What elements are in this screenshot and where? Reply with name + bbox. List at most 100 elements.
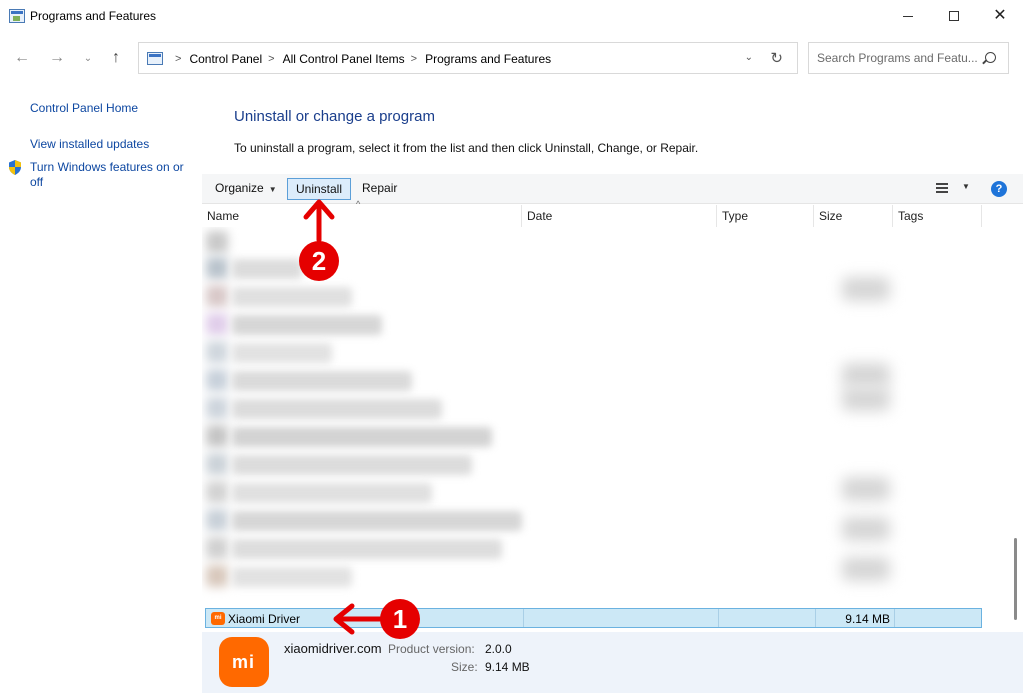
- blurred-program-row: [232, 371, 412, 391]
- blurred-program-icon: [206, 341, 228, 363]
- maximize-button[interactable]: [931, 0, 977, 32]
- shield-icon: [9, 160, 21, 175]
- organize-button[interactable]: Organize ▼: [209, 178, 283, 200]
- column-header-size[interactable]: Size: [814, 205, 893, 227]
- breadcrumb-programs-and-features[interactable]: Programs and Features: [425, 52, 551, 66]
- xiaomi-logo: mi: [219, 637, 269, 687]
- blurred-program-icon: [206, 257, 228, 279]
- blurred-program-icon: [206, 231, 228, 253]
- breadcrumb: > Control Panel > All Control Panel Item…: [169, 52, 551, 66]
- repair-button[interactable]: Repair: [356, 178, 403, 200]
- arrow-up-icon: ↑: [112, 49, 120, 66]
- blurred-program-icon: [206, 369, 228, 391]
- help-icon[interactable]: ?: [991, 181, 1007, 197]
- control-panel-icon: [147, 52, 163, 65]
- minimize-icon: [903, 15, 913, 17]
- title-bar: Programs and Features ✕: [0, 0, 1023, 32]
- up-button[interactable]: ↑: [104, 46, 128, 70]
- main-content: Uninstall or change a program To uninsta…: [202, 84, 1023, 693]
- task-pane: Control Panel Home View installed update…: [0, 84, 200, 693]
- blurred-program-row: [232, 343, 332, 363]
- blurred-program-icon: [206, 565, 228, 587]
- view-installed-updates-link[interactable]: View installed updates: [30, 137, 149, 152]
- blurred-program-row: [232, 483, 432, 503]
- scrollbar[interactable]: [1009, 205, 1023, 627]
- address-dropdown-icon[interactable]: ⌄: [745, 52, 753, 63]
- blurred-size-cell: [842, 557, 890, 581]
- blurred-program-icon: [206, 285, 228, 307]
- table-row-selected[interactable]: mi Xiaomi Driver 9.14 MB: [205, 608, 982, 628]
- column-header-name[interactable]: Name: [202, 205, 522, 227]
- recent-locations-button[interactable]: ⌄: [76, 46, 100, 70]
- arrow-right-icon: →: [49, 49, 65, 66]
- command-bar: Organize ▼ Uninstall Repair ▼ ?: [202, 174, 1023, 204]
- control-panel-home-link[interactable]: Control Panel Home: [30, 101, 138, 116]
- uninstall-button[interactable]: Uninstall: [287, 178, 351, 200]
- forward-button[interactable]: →: [45, 46, 69, 70]
- blurred-size-cell: [842, 387, 890, 411]
- details-pane: mi xiaomidriver.com Product version: 2.0…: [202, 632, 1023, 693]
- refresh-icon[interactable]: ↻: [770, 49, 783, 67]
- column-header-date[interactable]: Date: [522, 205, 717, 227]
- product-version-label: Product version:: [388, 642, 475, 656]
- breadcrumb-separator: >: [175, 53, 182, 65]
- blurred-program-row: [232, 539, 502, 559]
- blurred-program-icon: [206, 425, 228, 447]
- blurred-program-icon: [206, 313, 228, 335]
- page-title: Uninstall or change a program: [234, 108, 435, 125]
- column-header-tags[interactable]: Tags: [893, 205, 982, 227]
- breadcrumb-separator: >: [268, 53, 275, 65]
- search-icon[interactable]: [985, 52, 996, 63]
- step-1-badge: 1: [380, 599, 420, 639]
- breadcrumb-all-items[interactable]: All Control Panel Items: [283, 52, 405, 66]
- window-title: Programs and Features: [30, 9, 157, 23]
- step-2-badge: 2: [299, 241, 339, 281]
- navigation-bar: ← → ⌄ ↑ > Control Panel > All Control Pa…: [0, 32, 1023, 84]
- blurred-program-row: [232, 287, 352, 307]
- program-size: 9.14 MB: [845, 612, 890, 626]
- logo-text: mi: [232, 652, 256, 672]
- address-bar[interactable]: > Control Panel > All Control Panel Item…: [138, 42, 798, 74]
- blurred-program-icon: [206, 537, 228, 559]
- control-panel-icon: [9, 9, 25, 23]
- page-instructions: To uninstall a program, select it from t…: [234, 141, 699, 155]
- blurred-program-row: [232, 399, 442, 419]
- column-divider: [523, 609, 524, 627]
- column-divider: [815, 609, 816, 627]
- caret-down-icon: ▼: [268, 185, 277, 194]
- blurred-size-cell: [842, 363, 890, 387]
- column-header-type[interactable]: Type: [717, 205, 814, 227]
- blurred-program-row: [232, 567, 352, 587]
- xiaomi-logo-icon: mi: [211, 612, 225, 625]
- blurred-program-icon: [206, 397, 228, 419]
- turn-windows-features-link[interactable]: Turn Windows features on or off: [30, 160, 190, 190]
- search-input[interactable]: [817, 51, 977, 65]
- scroll-thumb[interactable]: [1014, 538, 1017, 620]
- minimize-button[interactable]: [885, 0, 931, 32]
- search-box[interactable]: [808, 42, 1009, 74]
- blurred-program-row: [232, 455, 472, 475]
- blurred-program-icon: [206, 509, 228, 531]
- blurred-program-row: [232, 427, 492, 447]
- chevron-down-icon: ⌄: [83, 52, 93, 64]
- blurred-size-cell: [842, 517, 890, 541]
- breadcrumb-separator: >: [410, 53, 418, 65]
- list-header: ^ Name Date Type Size Tags: [202, 199, 982, 227]
- blurred-program-icon: [206, 481, 228, 503]
- program-list[interactable]: [202, 227, 982, 608]
- view-options-icon[interactable]: [936, 183, 948, 193]
- blurred-program-row: [232, 315, 382, 335]
- close-icon: ✕: [993, 7, 1007, 24]
- close-button[interactable]: ✕: [977, 0, 1023, 32]
- breadcrumb-control-panel[interactable]: Control Panel: [189, 52, 262, 66]
- blurred-program-row: [232, 259, 302, 279]
- blurred-program-icon: [206, 453, 228, 475]
- caret-down-icon[interactable]: ▼: [962, 182, 970, 191]
- size-value: 9.14 MB: [485, 660, 530, 674]
- organize-label: Organize: [215, 181, 264, 195]
- maximize-icon: [949, 11, 959, 21]
- back-button[interactable]: ←: [10, 46, 34, 70]
- program-name: Xiaomi Driver: [228, 612, 301, 626]
- column-divider: [718, 609, 719, 627]
- blurred-size-cell: [842, 277, 890, 301]
